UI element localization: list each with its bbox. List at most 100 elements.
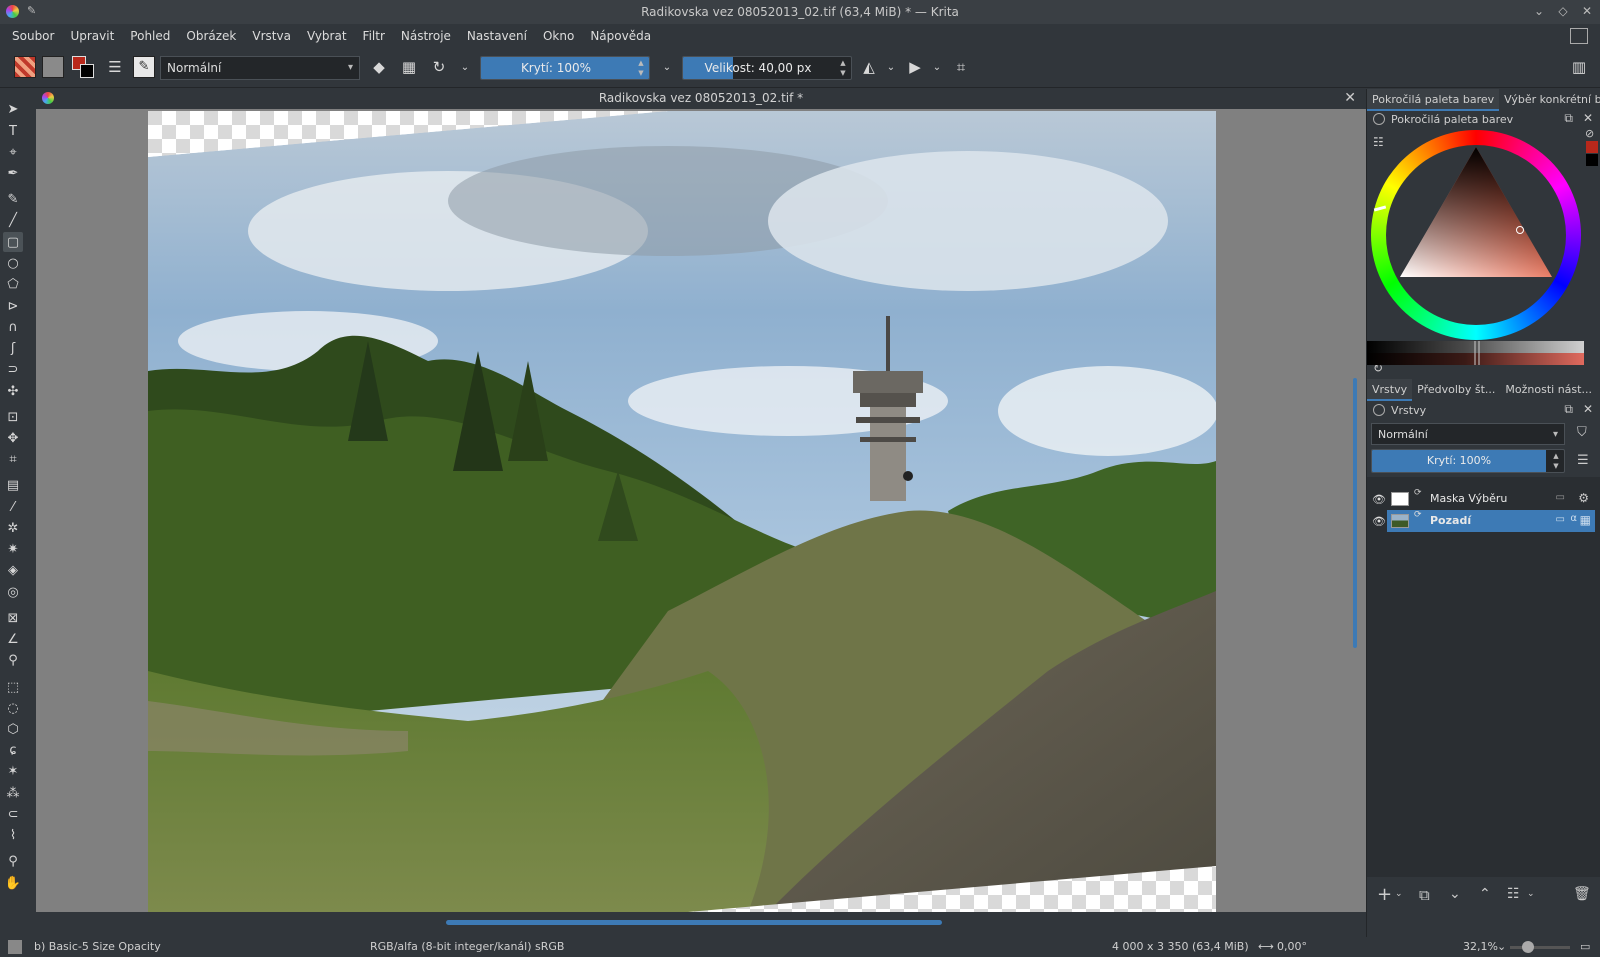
tab-tool-options[interactable]: Možnosti nást... [1500, 379, 1597, 401]
rect-select-icon[interactable]: ⬚ [3, 677, 23, 697]
chevron-down-icon[interactable]: ⌄ [454, 56, 476, 78]
close-document-button[interactable]: ✕ [1344, 90, 1356, 106]
chevron-down-icon[interactable]: ⌄ [1395, 889, 1403, 899]
float-docker-icon[interactable]: ⧉ [1564, 402, 1573, 417]
minimize-button[interactable]: ⌄ [1532, 3, 1546, 19]
rotation-value[interactable]: 0,00° [1277, 940, 1307, 953]
color-space-info[interactable]: RGB/alfa (8-bit integer/kanál) sRGB [370, 940, 564, 953]
dynamic-brush-icon[interactable]: ⊃ [3, 359, 23, 379]
chevron-down-icon[interactable]: ⌄ [656, 56, 678, 78]
smart-patch-icon[interactable]: ✷ [3, 539, 23, 559]
polygon-tool-icon[interactable]: ⬠ [3, 274, 23, 294]
menu-okno[interactable]: Okno [535, 24, 582, 48]
docker-toggle-icon[interactable]: ▥ [1568, 56, 1590, 78]
eraser-icon[interactable]: ◆ [368, 56, 390, 78]
gradient-swatch[interactable] [14, 56, 36, 78]
reference-tool-icon[interactable]: ⚲ [3, 650, 23, 670]
menu-napoveda[interactable]: Nápověda [582, 24, 659, 48]
similar-select-icon[interactable]: ⁂ [3, 783, 23, 803]
bezier-tool-icon[interactable]: ∩ [3, 317, 23, 337]
eye-icon[interactable]: 👁 [1372, 493, 1386, 507]
menu-pohled[interactable]: Pohled [122, 24, 178, 48]
alpha-lock-icon[interactable]: ▦ [398, 56, 420, 78]
assistant-tool-icon[interactable]: ⊠ [3, 608, 23, 628]
zoom-slider-handle[interactable] [1522, 941, 1534, 953]
workspace-switcher-icon[interactable] [1570, 28, 1588, 44]
tab-layers[interactable]: Vrstvy [1367, 379, 1413, 401]
ellipse-select-icon[interactable]: ◌ [3, 698, 23, 718]
brush-preset-status-icon[interactable] [8, 940, 22, 954]
size-spin-icon[interactable]: ▲ ▼ [835, 57, 851, 79]
document-tab[interactable]: Radikovska vez 08052013_02.tif * ✕ [36, 89, 1366, 109]
layer-opacity-spin-icon[interactable]: ▲ ▼ [1548, 450, 1564, 472]
chevron-down-icon[interactable]: ⌄ [1527, 889, 1535, 899]
layer-row[interactable]: ⟳ Pozadí ▭ α ▦ [1387, 510, 1595, 532]
menu-soubor[interactable]: Soubor [4, 24, 62, 48]
layer-filter-icon[interactable]: ⛉ [1577, 425, 1587, 440]
bezier-select-icon[interactable]: ⊂ [3, 804, 23, 824]
select-shapes-icon[interactable]: ➤ [3, 99, 23, 119]
freehand-brush-icon[interactable]: ✎ [3, 189, 23, 209]
eye-icon[interactable]: 👁 [1372, 515, 1386, 529]
ellipse-tool-icon[interactable]: ○ [3, 253, 23, 273]
polygon-select-icon[interactable]: ⬡ [3, 719, 23, 739]
chevron-down-icon[interactable]: ⌄ [1497, 940, 1506, 953]
edit-shapes-icon[interactable]: ⌖ [3, 142, 23, 162]
opacity-slider[interactable]: Krytí: 100% ▲ ▼ [480, 56, 650, 80]
docker-lock-icon[interactable] [1373, 113, 1385, 125]
pattern-swatch[interactable] [42, 56, 64, 78]
move-layer-up-icon[interactable]: ⌃ [1479, 886, 1491, 902]
color-settings-icon[interactable]: ☷ [1373, 135, 1384, 149]
horizontal-scrollbar[interactable] [446, 920, 942, 925]
blend-mode-select[interactable]: Normální ▾ [160, 56, 360, 80]
zoom-value[interactable]: 32,1% [1463, 940, 1498, 953]
zoom-slider[interactable] [1510, 946, 1570, 949]
outline-select-icon[interactable]: ɕ [3, 740, 23, 760]
menu-vrstva[interactable]: Vrstva [244, 24, 299, 48]
pan-tool-icon[interactable]: ✋ [3, 873, 23, 893]
delete-layer-icon[interactable]: 🗑 [1573, 886, 1591, 902]
layer-properties-icon[interactable]: ☷ [1507, 886, 1520, 902]
line-tool-icon[interactable]: ╱ [3, 210, 23, 230]
close-docker-icon[interactable]: ✕ [1583, 402, 1593, 417]
transform-tool-icon[interactable]: ⊡ [3, 407, 23, 427]
brush-preset-icon[interactable]: ✎ [133, 56, 155, 78]
bg-color-mini-swatch[interactable] [1586, 154, 1598, 166]
polyline-tool-icon[interactable]: ⊳ [3, 296, 23, 316]
lightness-bar[interactable] [1367, 341, 1584, 365]
crop-tool-icon[interactable]: ⌗ [3, 449, 23, 469]
layer-menu-icon[interactable]: ☰ [1577, 453, 1589, 468]
layer-blend-mode-select[interactable]: Normální ▾ [1371, 423, 1565, 445]
fg-color-mini-swatch[interactable] [1586, 141, 1598, 153]
contiguous-select-icon[interactable]: ✶ [3, 761, 23, 781]
magnetic-select-icon[interactable]: ⌇ [3, 825, 23, 845]
close-window-button[interactable]: ✕ [1580, 3, 1594, 19]
opacity-spin-icon[interactable]: ▲ ▼ [633, 57, 649, 79]
layer-opacity-slider[interactable]: Krytí: 100% ▲ ▼ [1371, 449, 1565, 473]
layer-row[interactable]: ⟳ Maska Výběru ▭ ⚙ [1387, 488, 1595, 510]
menu-upravit[interactable]: Upravit [62, 24, 122, 48]
reload-preset-icon[interactable]: ↻ [428, 56, 450, 78]
menu-nastroje[interactable]: Nástroje [393, 24, 459, 48]
size-slider[interactable]: Velikost: 40,00 px ▲ ▼ [682, 56, 852, 80]
brush-settings-icon[interactable]: ☰ [104, 56, 126, 78]
add-layer-icon[interactable]: + [1377, 884, 1392, 905]
no-color-icon[interactable]: ⊘ [1585, 127, 1594, 140]
measure-tool-icon[interactable]: ∠ [3, 629, 23, 649]
calligraphy-icon[interactable]: ✒ [3, 163, 23, 183]
move-layer-down-icon[interactable]: ⌄ [1449, 886, 1461, 902]
colorize-mask-icon[interactable]: ✲ [3, 518, 23, 538]
enclose-fill-icon[interactable]: ◎ [3, 582, 23, 602]
background-color-swatch[interactable] [80, 64, 94, 78]
mirror-vertical-icon[interactable]: ▶ [904, 56, 926, 78]
tab-brush-presets[interactable]: Předvolby št... [1412, 379, 1500, 401]
chevron-down-icon[interactable]: ⌄ [926, 56, 948, 78]
gear-icon[interactable]: ⚙ [1578, 491, 1589, 505]
lock-icon[interactable]: ▭ [1556, 514, 1565, 525]
fg-bg-color-icon[interactable] [70, 56, 96, 80]
maximize-button[interactable]: ◇ [1556, 3, 1570, 19]
fit-to-view-icon[interactable]: ▭ [1580, 940, 1590, 953]
docker-lock-icon[interactable] [1373, 404, 1385, 416]
menu-nastaveni[interactable]: Nastavení [459, 24, 535, 48]
multibrush-icon[interactable]: ✣ [3, 381, 23, 401]
